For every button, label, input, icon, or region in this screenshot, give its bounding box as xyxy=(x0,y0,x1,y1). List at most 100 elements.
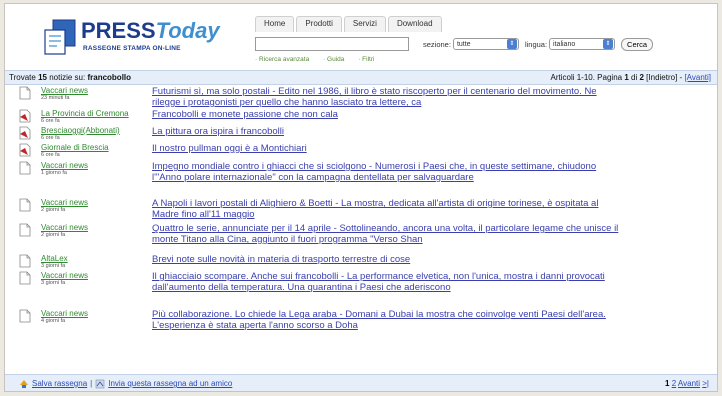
news-time: 6 ore fa xyxy=(41,152,60,158)
lingua-label: lingua: xyxy=(524,39,548,49)
news-source-link[interactable]: La Provincia di Cremona xyxy=(41,109,129,118)
tab-home[interactable]: Home xyxy=(255,16,295,32)
news-time: 4 giorni fa xyxy=(41,318,66,324)
footer-page-1: 1 xyxy=(665,379,670,388)
tab-prodotti[interactable]: Prodotti xyxy=(296,16,342,32)
guida-link[interactable]: · Guida xyxy=(323,56,350,63)
news-item: Bresciaoggi(Abbonati) 6 ore fa La pittura … xyxy=(5,126,717,141)
news-time: 2 giorni fa xyxy=(41,207,66,213)
logo-subtitle: RASSEGNE STAMPA ON-LINE xyxy=(83,45,181,52)
results-count: 15 xyxy=(38,73,47,82)
news-item: La Provincia di Cremona 6 ore fa Francobol… xyxy=(5,109,717,124)
top-nav: Home Prodotti Servizi Download xyxy=(255,16,444,32)
sezione-label: sezione: xyxy=(423,39,451,49)
news-source-link[interactable]: Vaccari news xyxy=(41,309,88,318)
news-title-link[interactable]: Impegno mondiale contro i ghiacci che si… xyxy=(152,161,622,183)
news-source-link[interactable]: Vaccari news xyxy=(41,161,88,170)
footer-last-link[interactable]: >| xyxy=(702,379,709,388)
results-prefix: Trovate xyxy=(9,73,36,82)
pdf-document-icon xyxy=(19,109,31,123)
guida-text: Guida xyxy=(327,56,345,63)
results-middle: notizie su: xyxy=(49,73,86,82)
search-input[interactable] xyxy=(255,37,409,51)
news-time: 1 giorno fa xyxy=(41,170,67,176)
ricerca-avanzata-text: Ricerca avanzata xyxy=(258,56,310,63)
news-time: 2 giorni fa xyxy=(41,232,66,238)
results-summary: Trovate 15 notizie su: francobollo xyxy=(9,71,131,84)
news-title-link[interactable]: Brevi note sulle novità in materia di tr… xyxy=(152,254,622,265)
back-label: [Indietro] xyxy=(646,73,678,82)
footer-page-2[interactable]: 2 xyxy=(672,379,676,388)
news-title-link[interactable]: Futurismi sì, ma solo postali - Edito ne… xyxy=(152,86,622,108)
logo-press: PRESS xyxy=(81,18,156,43)
save-rassegna-link[interactable]: Salva rassegna xyxy=(32,375,87,391)
news-item: Vaccari news 3 giorni fa Il ghiacciaio sco… xyxy=(5,271,717,297)
invia-rassegna-link[interactable]: Invia questa rassegna ad un amico xyxy=(108,375,232,391)
news-title-link[interactable]: Più collaborazione. Lo chiede la Lega ar… xyxy=(152,309,622,331)
news-source-link[interactable]: AltaLex xyxy=(41,254,68,263)
save-icon xyxy=(20,379,28,388)
page-document-icon xyxy=(19,254,31,268)
filtri-text: Filtri xyxy=(362,56,375,63)
of-label: di xyxy=(631,73,638,82)
results-query: francobollo xyxy=(87,73,132,82)
news-source-link[interactable]: Vaccari news xyxy=(41,86,88,95)
next-link[interactable]: [Avanti] xyxy=(684,73,711,82)
news-source-link[interactable]: Vaccari news xyxy=(41,223,88,232)
footer-next-link[interactable]: Avanti xyxy=(678,379,700,388)
pdf-document-icon xyxy=(19,143,31,157)
sezione-value: tutte xyxy=(456,40,471,48)
page-document-icon xyxy=(19,309,31,323)
lingua-select[interactable]: italiano ⇕ xyxy=(549,38,616,50)
lingua-value: italiano xyxy=(553,40,576,48)
logo-icon xyxy=(44,19,76,55)
news-time: 3 giorni fa xyxy=(41,263,66,269)
articles-label: Articoli 1-10. Pagina xyxy=(550,73,623,82)
news-title-link[interactable]: Il ghiacciaio scompare. Anche sui franco… xyxy=(152,271,622,293)
tab-download[interactable]: Download xyxy=(387,16,442,32)
select-arrows-icon: ⇕ xyxy=(506,39,517,49)
page: PRESSToday RASSEGNE STAMPA ON-LINE Home … xyxy=(4,3,718,392)
news-title-link[interactable]: Francobolli e monete passione che non ca… xyxy=(152,109,622,120)
pagination-separator: - xyxy=(679,73,683,82)
news-time: 6 ore fa xyxy=(41,118,60,124)
search-row: sezione: tutte ⇕ lingua: italiano ⇕ Cerc… xyxy=(255,36,695,52)
ricerca-avanzata-link[interactable]: · Ricerca avanzata xyxy=(255,56,315,63)
search-sublinks: · Ricerca avanzata · Guida · Filtri xyxy=(255,56,386,63)
footer-bar: Salva rassegna | Invia questa rassegna a… xyxy=(5,374,717,391)
current-page: 1 xyxy=(624,73,629,82)
news-time: 6 ore fa xyxy=(41,135,60,141)
news-source-link[interactable]: Giornale di Brescia xyxy=(41,143,109,152)
news-item: Vaccari news 1 giorno fa Impegno mondiale … xyxy=(5,161,717,198)
news-title-link[interactable]: Quattro le serie, annunciate per il 14 a… xyxy=(152,223,622,245)
cerca-button[interactable]: Cerca xyxy=(621,37,654,51)
news-source-link[interactable]: Bresciaoggi(Abbonati) xyxy=(41,126,120,135)
news-time: 23 minuti fa xyxy=(41,95,70,101)
page-document-icon xyxy=(19,198,31,212)
tab-servizi[interactable]: Servizi xyxy=(343,16,386,32)
news-item: Giornale di Brescia 6 ore fa Il nostro pul… xyxy=(5,143,717,158)
news-source-link[interactable]: Vaccari news xyxy=(41,198,88,207)
page-document-icon xyxy=(19,223,31,237)
news-time: 3 giorni fa xyxy=(41,280,66,286)
footer-divider: | xyxy=(90,379,93,388)
footer-pagination: 1 2 Avanti >| xyxy=(665,375,709,391)
logo-text: PRESSToday xyxy=(81,18,220,44)
news-item: Vaccari news 4 giorni fa Più collaborazion… xyxy=(5,309,717,335)
sezione-select[interactable]: tutte ⇕ xyxy=(452,38,519,50)
footer-actions: Salva rassegna | Invia questa rassegna a… xyxy=(19,375,232,391)
news-item: Vaccari news 2 giorni fa Quattro le serie,… xyxy=(5,223,717,249)
send-icon xyxy=(95,379,105,388)
news-item: AltaLex 3 giorni fa Brevi note sulle novit… xyxy=(5,254,717,269)
pdf-document-icon xyxy=(19,126,31,140)
page-document-icon xyxy=(19,161,31,175)
news-title-link[interactable]: La pittura ora ispira i francobolli xyxy=(152,126,622,137)
filtri-link[interactable]: · Filtri xyxy=(358,56,380,63)
page-document-icon xyxy=(19,86,31,100)
news-title-link[interactable]: Il nostro pullman oggi è a Montichiari xyxy=(152,143,622,154)
select-arrows-icon: ⇕ xyxy=(603,39,614,49)
page-document-icon xyxy=(19,271,31,285)
news-source-link[interactable]: Vaccari news xyxy=(41,271,88,280)
presstoday-logo[interactable]: PRESSToday RASSEGNE STAMPA ON-LINE xyxy=(43,14,243,64)
news-title-link[interactable]: A Napoli i lavori postali di Alighiero &… xyxy=(152,198,622,220)
